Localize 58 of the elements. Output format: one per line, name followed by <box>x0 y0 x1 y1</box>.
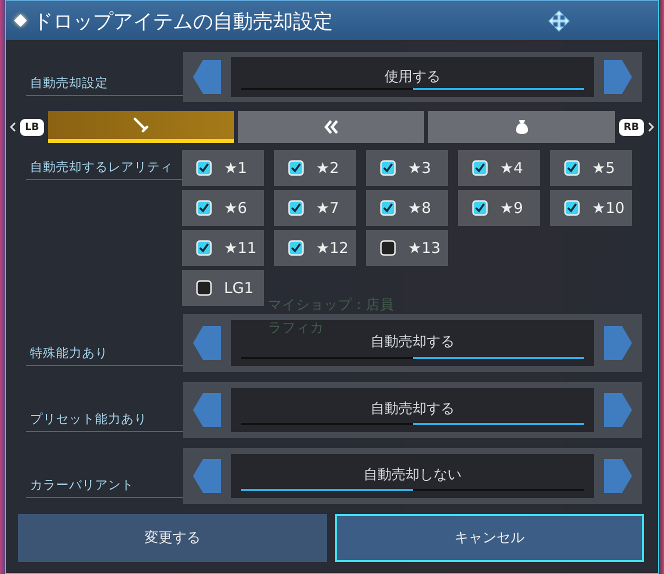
checkbox-icon <box>380 200 396 216</box>
checkbox-icon <box>288 240 304 256</box>
right-arrow-icon[interactable] <box>602 457 634 495</box>
rarity-checkbox[interactable]: ★11 <box>182 230 264 266</box>
option-value: 自動売却する <box>370 400 454 420</box>
move-icon[interactable] <box>548 10 570 32</box>
rarity-checkbox[interactable]: ★1 <box>182 150 264 186</box>
checkbox-icon <box>196 200 212 216</box>
chevron-left-icon[interactable] <box>10 122 16 132</box>
checkbox-icon <box>380 160 396 176</box>
checkbox-icon <box>472 200 488 216</box>
rarity-checkbox[interactable]: ★3 <box>366 150 448 186</box>
checkbox-icon <box>196 240 212 256</box>
setting-label: カラーバリアント <box>26 476 183 498</box>
rarity-checkbox[interactable]: ★9 <box>458 190 540 226</box>
checkbox-icon <box>196 160 212 176</box>
rarity-checkbox[interactable]: ★7 <box>274 190 356 226</box>
option-value: 自動売却する <box>370 333 454 352</box>
rarity-checkbox[interactable]: ★12 <box>274 230 356 266</box>
setting-label: プリセット能力あり <box>26 410 183 432</box>
right-arrow-icon[interactable] <box>602 391 634 429</box>
bumper-hint[interactable]: RB <box>618 118 644 136</box>
rarity-checkbox[interactable]: ★6 <box>182 190 264 226</box>
checkbox-icon <box>288 160 304 176</box>
chevrons-icon <box>322 118 340 136</box>
checkbox-icon <box>196 280 212 296</box>
left-arrow-icon[interactable] <box>191 324 223 362</box>
rarity-checkbox[interactable]: ★5 <box>550 150 632 186</box>
right-arrow-icon[interactable] <box>602 324 634 362</box>
rarity-checkbox[interactable]: ★10 <box>550 190 632 226</box>
option-selector[interactable]: 自動売却しない <box>183 448 642 504</box>
option-selector[interactable]: 使用する <box>183 52 642 102</box>
checkbox-icon <box>380 240 396 256</box>
option-value: 使用する <box>384 68 440 86</box>
bumper-hint[interactable]: LB <box>20 118 44 136</box>
checkbox-icon <box>564 200 580 216</box>
rarity-checkbox[interactable]: ★8 <box>366 190 448 226</box>
checkbox-icon <box>472 160 488 176</box>
left-arrow-icon[interactable] <box>191 457 223 495</box>
option-value: 自動売却しない <box>364 466 462 486</box>
rarity-checkbox[interactable]: ★4 <box>458 150 540 186</box>
dialog-button[interactable]: キャンセル <box>335 514 644 562</box>
setting-label: 自動売却設定 <box>26 74 183 96</box>
option-selector[interactable]: 自動売却する <box>183 382 642 438</box>
chevron-right-icon[interactable] <box>648 122 654 132</box>
checkbox-icon <box>564 160 580 176</box>
left-arrow-icon[interactable] <box>191 58 223 96</box>
window-title: ドロップアイテムの自動売却設定 <box>33 8 333 34</box>
rarity-checkbox[interactable]: ★2 <box>274 150 356 186</box>
left-arrow-icon[interactable] <box>191 391 223 429</box>
dialog-button[interactable]: 変更する <box>18 514 327 562</box>
checkbox-icon <box>288 200 304 216</box>
right-arrow-icon[interactable] <box>602 58 634 96</box>
rarity-checkbox[interactable]: ★13 <box>366 230 448 266</box>
setting-label: 特殊能力あり <box>26 344 183 366</box>
category-tab[interactable] <box>48 111 234 143</box>
category-tab[interactable] <box>428 111 615 143</box>
rarity-checkbox[interactable]: LG1 <box>182 270 264 306</box>
